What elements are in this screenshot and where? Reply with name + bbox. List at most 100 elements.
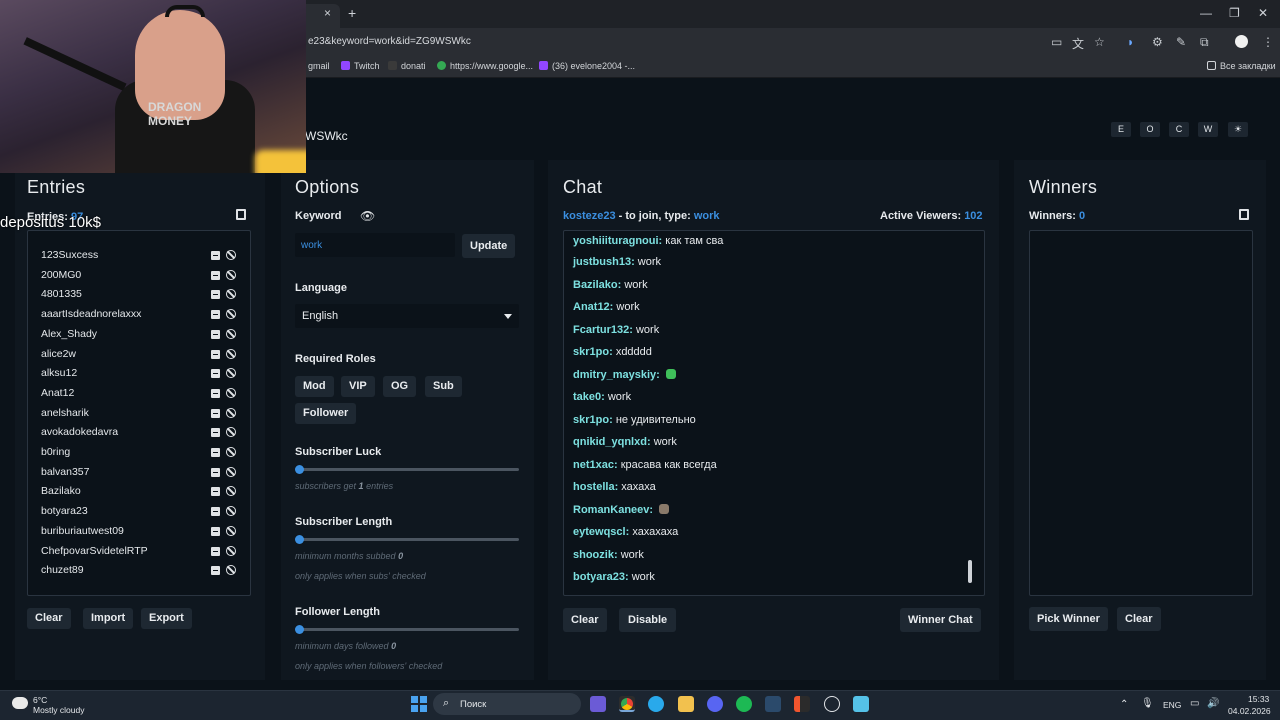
chat-username[interactable]: Fcartur132: bbox=[573, 324, 633, 336]
follower-length-slider[interactable] bbox=[299, 628, 519, 631]
discord-icon[interactable] bbox=[707, 696, 723, 712]
browser-tab[interactable] bbox=[300, 4, 340, 28]
remove-entry-icon[interactable] bbox=[211, 388, 220, 398]
chat-username[interactable]: hostella: bbox=[573, 481, 618, 493]
clock-time[interactable]: 15:33 bbox=[1248, 694, 1269, 704]
chat-username[interactable]: skr1po: bbox=[573, 346, 613, 358]
chat-username[interactable]: skr1po: bbox=[573, 414, 613, 426]
notepad-icon[interactable] bbox=[853, 696, 869, 712]
remove-entry-icon[interactable] bbox=[211, 270, 220, 280]
remove-entry-icon[interactable] bbox=[211, 566, 220, 576]
header-button-e[interactable]: E bbox=[1111, 122, 1131, 137]
chat-username[interactable]: eytewqscl: bbox=[573, 526, 629, 538]
remove-entry-icon[interactable] bbox=[211, 290, 220, 300]
bookmark-twitch[interactable]: Twitch bbox=[341, 61, 380, 71]
remove-entry-icon[interactable] bbox=[211, 310, 220, 320]
cloud-icon[interactable] bbox=[12, 697, 28, 709]
ban-entry-icon[interactable] bbox=[226, 328, 236, 339]
chat-disable-button[interactable]: Disable bbox=[619, 608, 677, 632]
sub-luck-slider-thumb[interactable] bbox=[295, 465, 304, 474]
pick-winner-button[interactable]: Pick Winner bbox=[1029, 607, 1108, 631]
sub-length-slider-thumb[interactable] bbox=[295, 535, 304, 544]
bookmark-gmail[interactable]: gmail bbox=[308, 61, 330, 71]
translate-icon[interactable]: 文 bbox=[1072, 35, 1084, 52]
chrome-icon[interactable] bbox=[619, 696, 635, 712]
chat-username[interactable]: net1xac: bbox=[573, 459, 618, 471]
minimize-icon[interactable]: — bbox=[1200, 6, 1212, 20]
volume-icon[interactable]: 🔊 bbox=[1207, 698, 1219, 709]
clock-date[interactable]: 04.02.2026 bbox=[1228, 706, 1271, 716]
weather-desc[interactable]: Mostly cloudy bbox=[33, 705, 85, 715]
new-tab-button[interactable]: + bbox=[348, 5, 356, 21]
chat-username[interactable]: Bazilako: bbox=[573, 279, 621, 291]
microphone-icon[interactable]: 🎙 bbox=[1141, 698, 1154, 709]
chevron-up-icon[interactable]: ⌃ bbox=[1120, 699, 1128, 710]
chat-clear-button[interactable]: Clear bbox=[563, 608, 607, 632]
clock-app-icon[interactable] bbox=[824, 696, 840, 712]
role-vip-button[interactable]: VIP bbox=[341, 376, 375, 397]
profile-avatar[interactable] bbox=[1235, 35, 1248, 48]
chat-username[interactable]: qnikid_yqnlxd: bbox=[573, 436, 651, 448]
role-og-button[interactable]: OG bbox=[383, 376, 417, 397]
language-select[interactable]: English bbox=[295, 304, 519, 328]
tab-close-icon[interactable]: × bbox=[324, 6, 331, 20]
remove-entry-icon[interactable] bbox=[211, 428, 220, 438]
winners-clear-button[interactable]: Clear bbox=[1117, 607, 1161, 631]
ban-entry-icon[interactable] bbox=[226, 525, 236, 536]
chat-username[interactable]: justbush13: bbox=[573, 256, 635, 268]
eye-icon[interactable]: 👁 bbox=[360, 209, 375, 223]
app-icon[interactable] bbox=[794, 696, 810, 712]
theme-toggle-button[interactable]: ☀ bbox=[1228, 122, 1248, 137]
remove-entry-icon[interactable] bbox=[211, 526, 220, 536]
header-button-o[interactable]: O bbox=[1140, 122, 1160, 137]
remove-entry-icon[interactable] bbox=[211, 251, 220, 260]
telegram-icon[interactable] bbox=[648, 696, 664, 712]
remove-entry-icon[interactable] bbox=[211, 369, 220, 379]
remove-entry-icon[interactable] bbox=[211, 507, 220, 517]
browser-menu-icon[interactable]: ⋮ bbox=[1262, 35, 1274, 49]
chat-username[interactable]: Anat12: bbox=[573, 301, 613, 313]
chat-scrollbar[interactable] bbox=[968, 560, 972, 583]
bookmark-google[interactable]: https://www.google... bbox=[437, 61, 533, 71]
keyword-update-button[interactable]: Update bbox=[462, 234, 516, 258]
window-close-icon[interactable]: ✕ bbox=[1258, 6, 1268, 20]
extension-audio-icon[interactable]: ◗ bbox=[1127, 35, 1134, 49]
sub-luck-slider[interactable] bbox=[299, 468, 519, 471]
chat-username[interactable]: dmitry_mayskiy: bbox=[573, 369, 660, 381]
remove-entry-icon[interactable] bbox=[211, 546, 220, 556]
taskbar-search[interactable]: ⌕ Поиск bbox=[433, 693, 581, 715]
ban-entry-icon[interactable] bbox=[226, 387, 236, 398]
ban-entry-icon[interactable] bbox=[226, 466, 236, 477]
keyword-input[interactable]: work bbox=[295, 233, 455, 257]
remove-entry-icon[interactable] bbox=[211, 467, 220, 477]
windows-start-icon[interactable] bbox=[411, 696, 427, 712]
copy-winners-icon[interactable] bbox=[1239, 209, 1249, 220]
winner-chat-button[interactable]: Winner Chat bbox=[900, 608, 981, 632]
copy-icon[interactable] bbox=[236, 209, 246, 220]
winners-list[interactable] bbox=[1029, 230, 1253, 596]
sub-length-slider[interactable] bbox=[299, 538, 519, 541]
spotify-icon[interactable] bbox=[736, 696, 752, 712]
ban-entry-icon[interactable] bbox=[226, 545, 236, 556]
bookmark-donati[interactable]: donati bbox=[388, 61, 426, 71]
header-button-c[interactable]: C bbox=[1169, 122, 1189, 137]
remove-entry-icon[interactable] bbox=[211, 329, 220, 339]
chat-username[interactable]: take0: bbox=[573, 391, 605, 403]
role-follower-button[interactable]: Follower bbox=[295, 403, 357, 424]
file-explorer-icon[interactable] bbox=[678, 696, 694, 712]
ban-entry-icon[interactable] bbox=[226, 250, 236, 260]
all-bookmarks[interactable]: Все закладки bbox=[1207, 61, 1276, 71]
camera-blocked-icon[interactable]: ▭ bbox=[1051, 35, 1062, 49]
chat-username[interactable]: shoozik: bbox=[573, 549, 618, 561]
ban-entry-icon[interactable] bbox=[226, 407, 236, 418]
follower-length-slider-thumb[interactable] bbox=[295, 625, 304, 634]
weather-temp[interactable]: 6°C bbox=[33, 695, 47, 705]
ban-entry-icon[interactable] bbox=[226, 269, 236, 280]
entries-export-button[interactable]: Export bbox=[141, 608, 192, 629]
role-sub-button[interactable]: Sub bbox=[425, 376, 462, 397]
bookmark-star-icon[interactable]: ☆ bbox=[1094, 35, 1105, 49]
remove-entry-icon[interactable] bbox=[211, 487, 220, 497]
steam-icon[interactable] bbox=[765, 696, 781, 712]
url-field[interactable]: e23&keyword=work&id=ZG9WSWkc bbox=[308, 36, 471, 47]
entries-clear-button[interactable]: Clear bbox=[27, 608, 71, 629]
